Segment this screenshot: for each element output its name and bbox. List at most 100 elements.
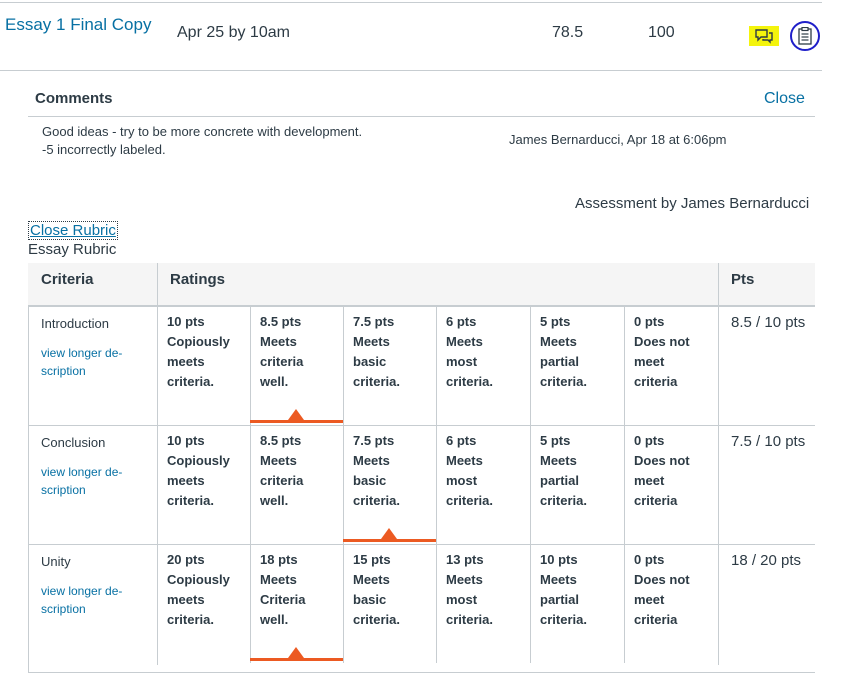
comment-body: Good ideas - try to be more concrete wit… [42,123,362,159]
assignment-title-link[interactable]: Essay 1 Final Copy [5,15,151,35]
row-divider [0,70,822,71]
row-divider [28,544,815,545]
rating-cell[interactable]: 5 pts Meets partial criteria. [540,312,625,392]
rating-cell[interactable]: 6 pts Meets most criteria. [446,431,531,511]
comments-heading: Comments [35,90,113,107]
rating-description: meet [634,592,665,607]
rating-description: well. [260,374,289,389]
rating-cell[interactable]: 20 pts Copiously meets criteria. [167,550,252,630]
rating-description: criteria [634,612,678,627]
rating-cell[interactable]: 18 pts Meets Criteria well. [260,550,345,630]
rating-description: criteria [260,354,304,369]
rating-cell[interactable]: 0 pts Does not meet criteria [634,550,719,630]
link-line: view longer de- [41,584,123,598]
rating-cell[interactable]: 0 pts Does not meet criteria [634,431,719,511]
rating-points: 13 pts [446,552,484,567]
rating-description: meet [634,473,665,488]
comments-divider [28,116,815,117]
selected-rating-marker [381,528,397,539]
rating-description: Copiously [167,572,230,587]
rating-points: 8.5 pts [260,314,302,329]
link-line: view longer de- [41,465,123,479]
rating-points: 0 pts [634,552,665,567]
rating-description: Meets [353,334,390,349]
rating-description: criteria. [446,493,493,508]
rating-description: Meets [446,453,483,468]
rating-description: most [446,473,478,488]
rubric-toggle-button[interactable] [790,21,820,51]
view-longer-description-link[interactable]: view longer de-scription [41,463,131,499]
rubric-title: Essay Rubric [28,241,117,258]
rating-points: 10 pts [167,314,205,329]
rating-description: criteria [634,374,678,389]
rating-cell[interactable]: 13 pts Meets most criteria. [446,550,531,630]
rating-description: Meets [446,334,483,349]
rating-description: criteria [260,473,304,488]
rating-cell[interactable]: 0 pts Does not meet criteria [634,312,719,392]
row-divider [28,306,815,307]
rating-description: most [446,592,478,607]
rating-description: Meets [260,572,297,587]
rating-points: 7.5 pts [353,433,395,448]
criterion-score: 8.5 / 10 pts [731,314,806,331]
rating-description: Meets [353,453,390,468]
rating-points: 6 pts [446,433,477,448]
rating-points: 5 pts [540,433,571,448]
rating-cell[interactable]: 10 pts Copiously meets criteria. [167,312,252,392]
rating-description: criteria. [446,612,493,627]
link-line: scription [41,364,86,378]
rating-description: Meets [260,334,297,349]
view-longer-description-link[interactable]: view longer de-scription [41,582,131,618]
rating-description: criteria. [167,374,214,389]
rating-cell[interactable]: 7.5 pts Meets basic criteria. [353,312,438,392]
rating-description: criteria. [540,612,587,627]
rating-description: criteria [634,493,678,508]
rating-points: 7.5 pts [353,314,395,329]
comment-line: Good ideas - try to be more concrete wit… [42,124,363,139]
rating-cell[interactable]: 8.5 pts Meets criteria well. [260,431,345,511]
rating-description: Copiously [167,334,230,349]
rating-description: criteria. [353,612,400,627]
rating-description: Meets [260,453,297,468]
criteria-header: Criteria [41,271,94,288]
rating-cell[interactable]: 15 pts Meets basic criteria. [353,550,438,630]
rating-cell[interactable]: 8.5 pts Meets criteria well. [260,312,345,392]
close-comments-link[interactable]: Close [764,90,805,108]
rating-description: partial [540,473,580,488]
rating-description: criteria. [353,493,400,508]
rating-cell[interactable]: 7.5 pts Meets basic criteria. [353,431,438,511]
rating-points: 8.5 pts [260,433,302,448]
rating-cell[interactable]: 10 pts Copiously meets criteria. [167,431,252,511]
rating-points: 10 pts [167,433,205,448]
rating-description: criteria. [167,612,214,627]
criterion-name: Introduction [41,316,109,331]
rating-cell[interactable]: 6 pts Meets most criteria. [446,312,531,392]
rating-description: partial [540,592,580,607]
rating-description: Meets [540,453,577,468]
criterion-score: 18 / 20 pts [731,552,802,569]
link-line: scription [41,602,86,616]
comments-toggle-button[interactable] [749,26,779,46]
rating-description: meets [167,473,205,488]
rating-cell[interactable]: 10 pts Meets partial criteria. [540,550,625,630]
rating-description: meets [167,592,205,607]
rating-description: Meets [540,334,577,349]
link-line: view longer de- [41,346,123,360]
rating-description: meets [167,354,205,369]
score: 78.5 [552,24,584,41]
selected-rating-bar [343,539,436,542]
view-longer-description-link[interactable]: view longer de-scription [41,344,131,380]
rating-description: partial [540,354,580,369]
ratings-header: Ratings [170,271,226,288]
comment-line: -5 incorrectly labeled. [42,142,166,157]
rating-cell[interactable]: 5 pts Meets partial criteria. [540,431,625,511]
rubric-clipboard-icon [798,27,812,45]
selected-rating-bar [250,658,343,661]
link-line: scription [41,483,86,497]
assessment-by: Assessment by James Bernarducci [575,195,810,212]
close-rubric-link[interactable]: Close Rubric [28,221,118,240]
rating-description: basic [353,354,387,369]
rubric-table-header [28,263,815,306]
rating-points: 15 pts [353,552,391,567]
rating-points: 5 pts [540,314,571,329]
